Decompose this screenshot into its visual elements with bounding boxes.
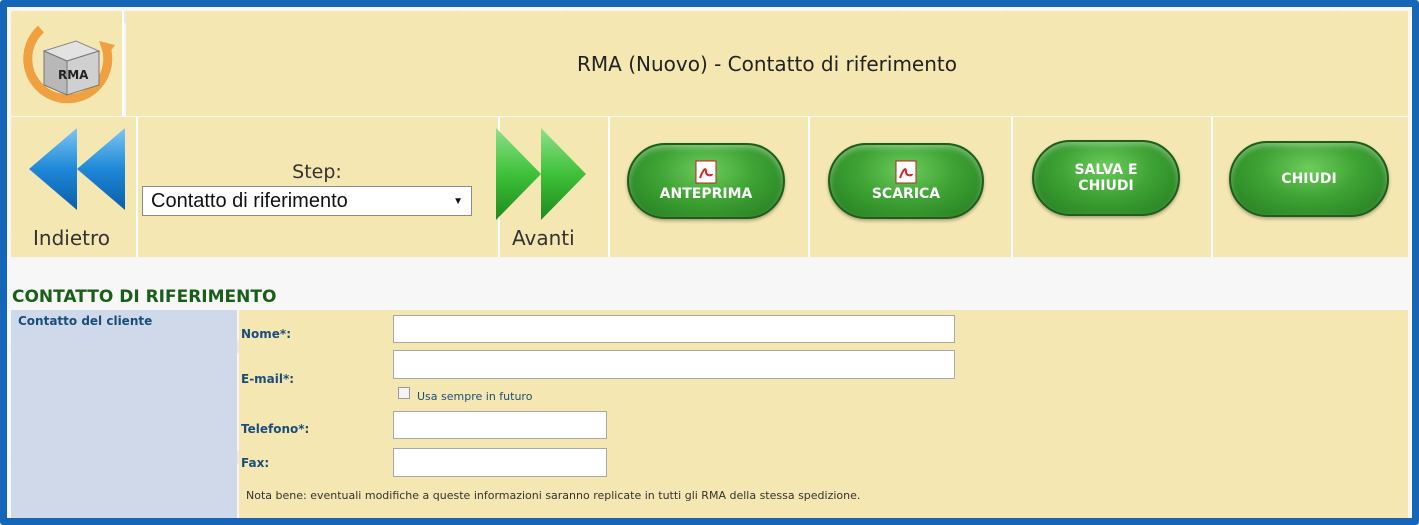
logo-text: RMA <box>58 68 89 82</box>
email-label: E-mail*: <box>241 372 295 386</box>
salva-e-chiudi-button[interactable]: SALVA E CHIUDI <box>1032 140 1180 216</box>
step-select[interactable]: Contatto di riferimento ▼ <box>142 186 472 216</box>
pdf-icon <box>695 160 717 184</box>
section-title: CONTATTO DI RIFERIMENTO <box>12 287 277 307</box>
step-label: Step: <box>292 161 342 183</box>
anteprima-button[interactable]: ANTEPRIMA <box>627 143 785 219</box>
use-in-future-checkbox[interactable] <box>398 387 410 399</box>
scarica-button[interactable]: SCARICA <box>828 143 984 219</box>
back-arrow-icon[interactable] <box>29 128 125 210</box>
salva-label-line2: CHIUDI <box>1078 178 1134 194</box>
nome-label: Nome*: <box>241 327 292 341</box>
fax-input[interactable] <box>393 448 607 477</box>
next-label[interactable]: Avanti <box>512 226 575 250</box>
page-title: RMA (Nuovo) - Contatto di riferimento <box>577 51 957 76</box>
salva-label-line1: SALVA E <box>1074 161 1138 178</box>
header-row: RMA RMA (Nuovo) - Contatto di riferiment… <box>11 11 1408 116</box>
logo-cell: RMA <box>11 11 124 116</box>
group-label-column: Contatto del cliente <box>11 310 237 518</box>
pdf-icon <box>895 160 917 184</box>
chiudi-button[interactable]: CHIUDI <box>1229 141 1389 217</box>
use-in-future-label[interactable]: Usa sempre in futuro <box>417 390 532 403</box>
email-input[interactable] <box>393 350 955 379</box>
nome-input[interactable] <box>393 315 955 343</box>
group-label: Contatto del cliente <box>18 314 153 328</box>
anteprima-label: ANTEPRIMA <box>659 185 753 202</box>
scarica-label: SCARICA <box>871 185 941 202</box>
chiudi-label: CHIUDI <box>1281 170 1337 187</box>
chevron-down-icon: ▼ <box>453 195 463 207</box>
step-selected-value: Contatto di riferimento <box>151 189 348 212</box>
forward-arrow-icon[interactable] <box>496 128 586 220</box>
telefono-label: Telefono*: <box>241 422 310 436</box>
rma-logo-icon: RMA <box>23 25 115 104</box>
telefono-input[interactable] <box>393 411 607 439</box>
title-bar: RMA (Nuovo) - Contatto di riferimento <box>126 11 1408 116</box>
back-label[interactable]: Indietro <box>33 226 110 250</box>
note-text: Nota bene: eventuali modifiche a queste … <box>246 489 861 502</box>
fax-label: Fax: <box>241 456 270 470</box>
